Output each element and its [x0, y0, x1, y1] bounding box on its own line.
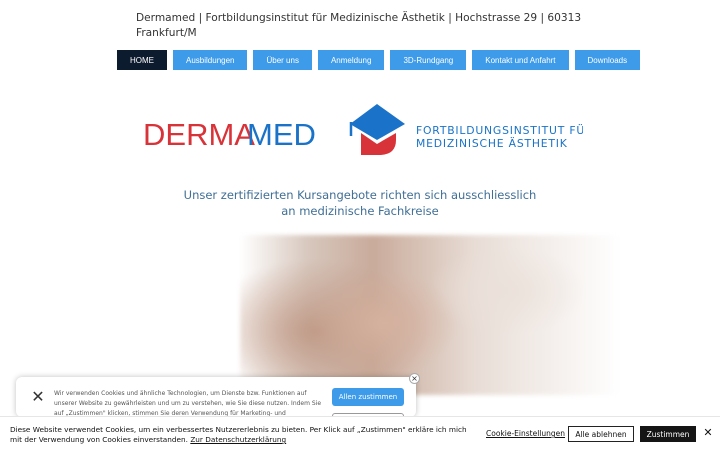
main-nav: HOME Ausbildungen Über uns Anmeldung 3D-…	[117, 50, 641, 70]
nav-item-ausbildungen[interactable]: Ausbildungen	[173, 50, 248, 70]
accept-all-button[interactable]: Allen zustimmen	[332, 388, 404, 406]
logo-subtitle-line2: MEDIZINISCHE ÄSTHETIK	[416, 137, 568, 150]
nav-item-kontakt[interactable]: Kontakt und Anfahrt	[472, 50, 569, 70]
reject-all-button[interactable]: Alle ablehnen	[568, 426, 634, 442]
hero-image	[240, 235, 620, 395]
cookie-consent-popup: ✕ Wir verwenden Cookies und ähnliche Tec…	[16, 377, 416, 417]
page: Dermamed | Fortbildungsinstitut für Medi…	[0, 0, 720, 450]
nav-item-anmeldung[interactable]: Anmeldung	[317, 50, 385, 70]
close-icon[interactable]: ✕	[30, 389, 46, 405]
logo-word-derma: DERMA	[143, 117, 255, 152]
graduation-cap-icon	[349, 104, 405, 155]
popup-dismiss-icon[interactable]: ×	[409, 373, 420, 384]
cookie-banner: Diese Website verwendet Cookies, um ein …	[0, 416, 720, 450]
nav-item-home[interactable]: HOME	[117, 50, 167, 70]
accept-button[interactable]: Zustimmen	[640, 426, 696, 442]
logo-subtitle-line1: FORTBILDUNGSINSTITUT FÜR	[416, 124, 583, 137]
close-icon[interactable]: ✕	[701, 426, 715, 440]
site-header-text: Dermamed | Fortbildungsinstitut für Medi…	[136, 12, 582, 39]
tagline-line-2: an medizinische Fachkreise	[281, 204, 439, 218]
cookie-settings-link[interactable]: Cookie-Einstellungen	[486, 429, 565, 438]
nav-item-3d-rundgang[interactable]: 3D-Rundgang	[390, 50, 467, 70]
tagline-line-1: Unser zertifizierten Kursangebote richte…	[183, 188, 537, 202]
logo-word-med: MED	[247, 117, 316, 152]
nav-item-downloads[interactable]: Downloads	[574, 50, 641, 70]
dermamed-logo[interactable]: DERMA MED FORTBILDUNGSINSTITUT FÜR MEDIZ…	[143, 100, 583, 162]
cookie-banner-text: Diese Website verwendet Cookies, um ein …	[10, 425, 470, 445]
tagline: Unser zertifizierten Kursangebote richte…	[160, 187, 560, 219]
nav-item-ueber-uns[interactable]: Über uns	[253, 50, 312, 70]
cookie-popup-text: Wir verwenden Cookies und ähnliche Techn…	[54, 390, 322, 417]
privacy-policy-link[interactable]: Zur Datenschutzerklärung	[190, 435, 286, 444]
